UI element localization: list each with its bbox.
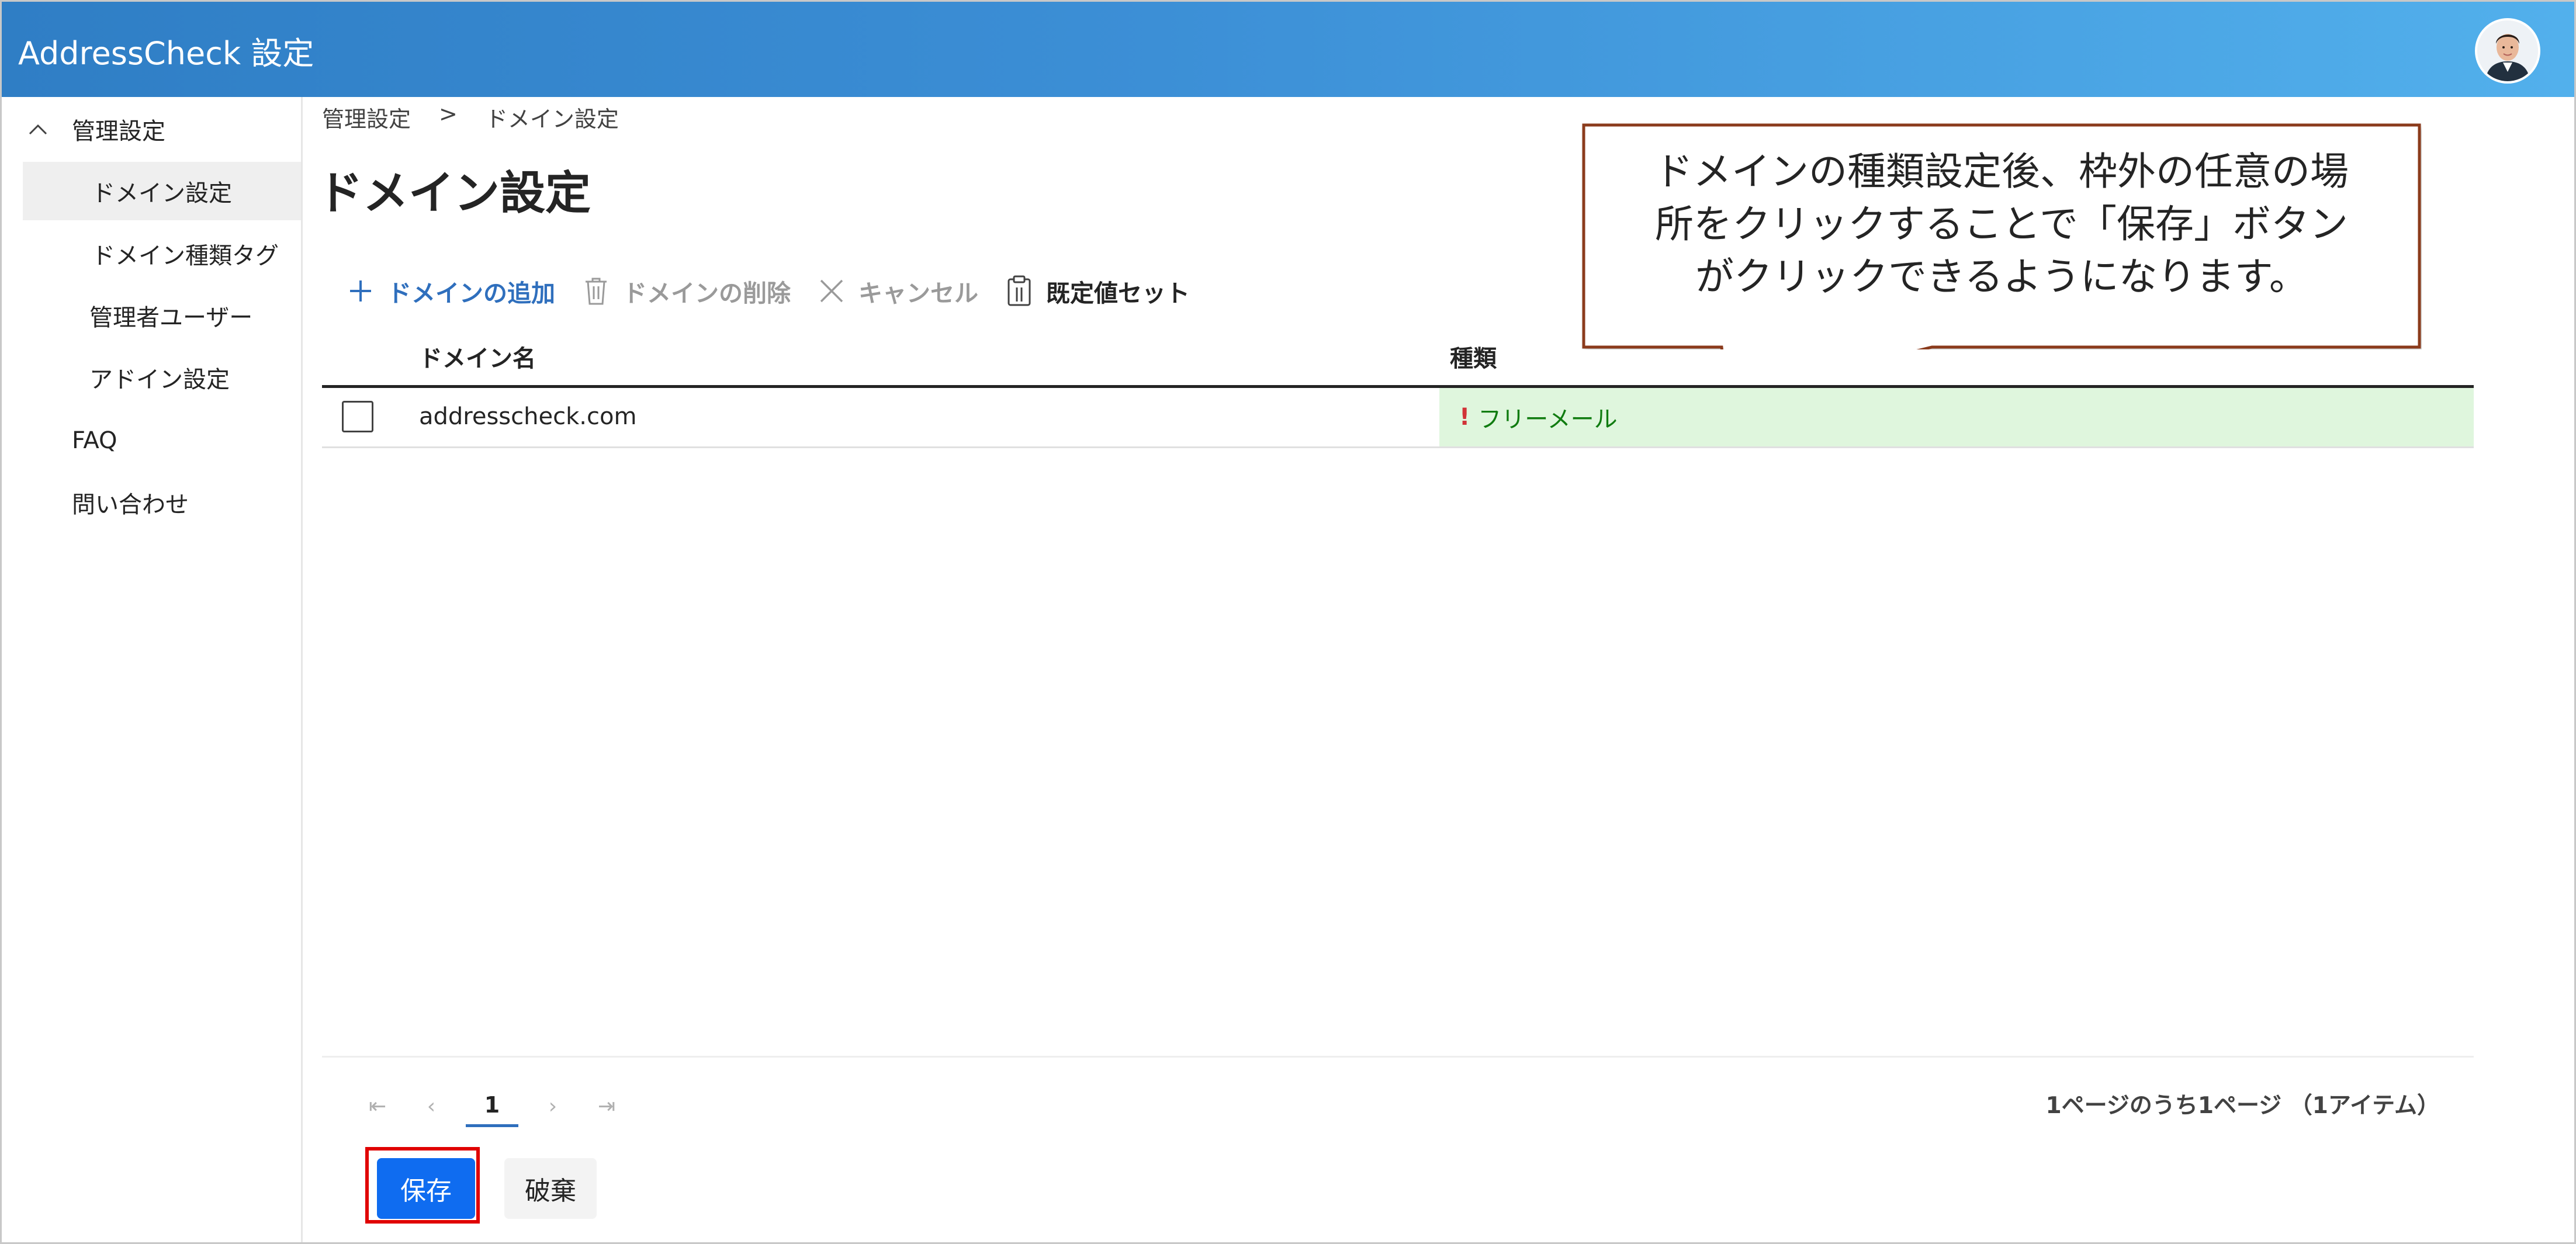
- sidebar-item-label: 問い合わせ: [72, 491, 189, 518]
- breadcrumb-separator: >: [439, 101, 458, 127]
- set-default-label: 既定値セット: [1046, 279, 1190, 307]
- callout-line: がクリックできるようになります。: [1695, 254, 2308, 299]
- chevron-up-icon: [25, 116, 51, 142]
- column-header-domain[interactable]: ドメイン名: [419, 339, 536, 373]
- sidebar-item-label: ドメイン設定: [92, 180, 232, 207]
- plus-icon: [350, 280, 371, 302]
- app-title: AddressCheck 設定: [18, 35, 314, 72]
- callout-line: ドメインの種類設定後、枠外の任意の場: [1654, 149, 2349, 194]
- trash-icon: [586, 278, 607, 305]
- cancel-label: キャンセル: [858, 279, 978, 307]
- callout-line: 所をクリックすることで「保存」ボタン: [1654, 202, 2349, 247]
- sidebar-nav: 管理設定 ドメイン設定 ドメイン種類タグ 管理者ユーザー アドイン設定 FAQ …: [2, 97, 303, 1242]
- sidebar-item-domain-type-tags[interactable]: ドメイン種類タグ: [23, 224, 301, 283]
- pagination: ⇤ ‹ 1 › ⇥: [358, 1083, 641, 1129]
- sidebar-item-domain-settings[interactable]: ドメイン設定: [23, 162, 301, 220]
- sidebar-item-label: アドイン設定: [89, 366, 230, 393]
- cancel-button[interactable]: キャンセル: [818, 273, 978, 309]
- footer-divider: [322, 1056, 2474, 1058]
- sidebar-item-label: 管理設定: [72, 118, 165, 145]
- discard-button[interactable]: 破棄: [504, 1158, 597, 1219]
- sidebar-item-label: 管理者ユーザー: [89, 304, 253, 331]
- column-header-type[interactable]: 種類: [1450, 339, 1497, 373]
- domain-cell: addresscheck.com: [419, 403, 637, 430]
- type-value: フリーメール: [1478, 406, 1618, 433]
- sidebar-item-contact[interactable]: 問い合わせ: [2, 473, 301, 532]
- page-title: ドメイン設定: [317, 167, 591, 220]
- delete-domain-button[interactable]: ドメインの削除: [582, 273, 791, 309]
- set-default-button[interactable]: 既定値セット: [1005, 273, 1190, 309]
- add-domain-button[interactable]: ドメインの追加: [347, 273, 555, 309]
- sidebar-item-addin-settings[interactable]: アドイン設定: [23, 348, 301, 407]
- delete-domain-label: ドメインの削除: [623, 279, 791, 307]
- save-button[interactable]: 保存: [377, 1158, 475, 1219]
- breadcrumb-current: ドメイン設定: [485, 106, 619, 132]
- clipboard-icon: [1007, 275, 1031, 306]
- breadcrumb-parent[interactable]: 管理設定: [322, 101, 411, 133]
- page-info: 1ページのうち1ページ （1アイテム）: [2045, 1093, 2440, 1119]
- first-page-icon[interactable]: ⇤: [358, 1087, 397, 1125]
- callout-text: ドメインの種類設定後、枠外の任意の場 所をクリックすることで「保存」ボタン がク…: [1591, 145, 2412, 303]
- close-icon: [820, 279, 843, 303]
- app-header: AddressCheck 設定: [2, 2, 2574, 97]
- row-checkbox[interactable]: [342, 401, 373, 432]
- sidebar-item-admin-users[interactable]: 管理者ユーザー: [23, 286, 301, 345]
- page-number-current[interactable]: 1: [466, 1086, 518, 1127]
- add-domain-label: ドメインの追加: [387, 279, 555, 307]
- sidebar-item-faq[interactable]: FAQ: [2, 411, 301, 470]
- prev-page-icon[interactable]: ‹: [412, 1087, 451, 1125]
- sidebar-item-label: FAQ: [72, 427, 117, 454]
- last-page-icon[interactable]: ⇥: [587, 1087, 626, 1125]
- toolbar: ドメインの追加 ドメインの削除 キャンセル 既定値セット: [347, 268, 1217, 314]
- sidebar-item-admin-settings[interactable]: 管理設定: [2, 100, 301, 158]
- next-page-icon[interactable]: ›: [534, 1087, 572, 1125]
- warning-mark-icon: !: [1459, 404, 1470, 431]
- app-window: AddressCheck 設定 管理設定 ドメイン設定 ドメイン種類タグ 管理者…: [0, 0, 2576, 1244]
- breadcrumb: 管理設定 > ドメイン設定: [322, 101, 619, 133]
- table-row[interactable]: addresscheck.com ! フリーメール: [322, 388, 2474, 448]
- type-cell[interactable]: ! フリーメール: [1439, 388, 2474, 446]
- user-avatar-icon[interactable]: [2475, 18, 2540, 84]
- sidebar-item-label: ドメイン種類タグ: [92, 242, 279, 269]
